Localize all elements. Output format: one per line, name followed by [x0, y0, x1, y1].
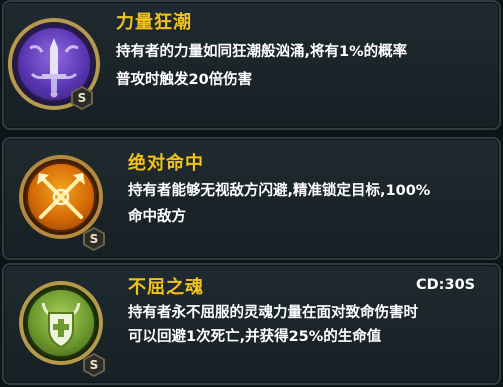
skill-icon-absolute-hit: S: [19, 155, 109, 255]
skill-description-line1: 持有者的力量如同狂潮般汹涌,将有1%的概率: [116, 44, 408, 60]
skill-icon-unyielding-soul: S: [19, 281, 109, 381]
skill-icon-power-tide: S: [8, 18, 102, 118]
crossed-arrows-icon: [37, 173, 85, 219]
skill-title: 不屈之魂: [128, 277, 204, 298]
skill-title: 绝对命中: [128, 153, 204, 174]
skill-card-power-tide[interactable]: S 力量狂潮 持有者的力量如同狂潮般汹涌,将有1%的概率 普攻时触发20倍伤害: [2, 0, 501, 130]
skill-description-line2: 可以回避1次死亡,并获得25%的生命值: [128, 329, 382, 345]
cooldown-label: CD:30S: [416, 277, 476, 293]
skill-card-absolute-hit[interactable]: S 绝对命中 持有者能够无视敌方闪避,精准锁定目标,100% 命中敌方: [2, 137, 501, 260]
skill-description-line2: 普攻时触发20倍伤害: [116, 72, 253, 88]
skill-description-line2: 命中敌方: [128, 209, 186, 225]
skill-description-line1: 持有者能够无视敌方闪避,精准锁定目标,100%: [128, 183, 431, 199]
skill-description-line1: 持有者永不屈服的灵魂力量在面对致命伤害时: [128, 305, 418, 321]
skill-card-unyielding-soul[interactable]: S 不屈之魂 CD:30S 持有者永不屈服的灵魂力量在面对致命伤害时 可以回避1…: [2, 263, 501, 385]
skill-title: 力量狂潮: [116, 12, 192, 33]
horned-shield-cross-icon: [41, 302, 81, 349]
